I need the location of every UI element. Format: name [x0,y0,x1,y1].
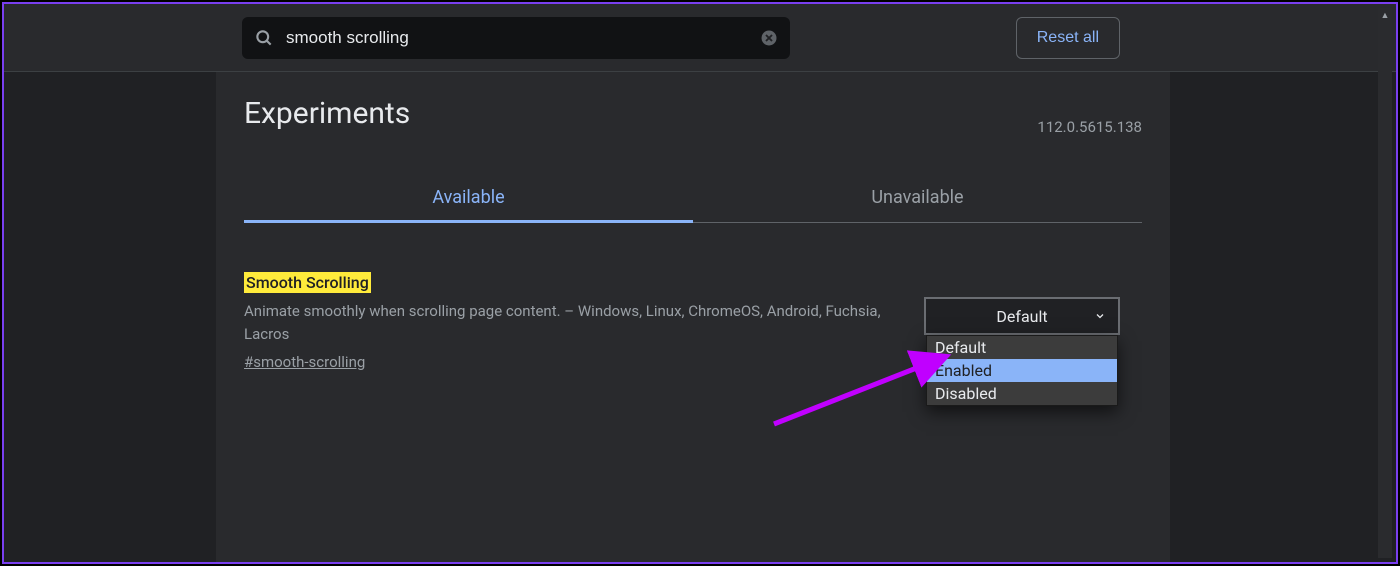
version-label: 112.0.5615.138 [1037,118,1142,136]
content-panel: Experiments 112.0.5615.138 Available Una… [216,72,1170,562]
search-input[interactable] [286,28,748,48]
search-icon [254,28,274,48]
clear-icon[interactable] [760,29,778,47]
scroll-up-icon[interactable]: ▲ [1378,8,1392,22]
page-title: Experiments [244,72,1142,131]
tabs: Available Unavailable [244,173,1142,223]
flag-select[interactable]: Default Default Enabled Disabled [924,297,1120,335]
vertical-scrollbar[interactable]: ▲ [1378,8,1392,558]
dropdown-option-disabled[interactable]: Disabled [927,382,1117,405]
flag-title: Smooth Scrolling [244,272,371,293]
reset-all-button[interactable]: Reset all [1016,17,1120,59]
dropdown-option-default[interactable]: Default [927,336,1117,359]
tab-unavailable[interactable]: Unavailable [693,173,1142,222]
flag-text-block: Smooth Scrolling Animate smoothly when s… [244,273,904,371]
flag-row: Smooth Scrolling Animate smoothly when s… [244,273,1142,371]
header-bar: Reset all [4,4,1396,72]
dropdown-option-enabled[interactable]: Enabled [927,359,1117,382]
tab-available[interactable]: Available [244,173,693,222]
flag-select-button[interactable]: Default [924,297,1120,335]
chevron-down-icon [1094,310,1106,322]
flag-select-dropdown: Default Enabled Disabled [926,335,1118,406]
flag-anchor-link[interactable]: #smooth-scrolling [244,353,365,371]
app-frame: Reset all Experiments 112.0.5615.138 Ava… [2,2,1398,564]
flag-description: Animate smoothly when scrolling page con… [244,300,904,347]
search-box[interactable] [242,17,790,59]
flag-select-value: Default [996,307,1047,326]
